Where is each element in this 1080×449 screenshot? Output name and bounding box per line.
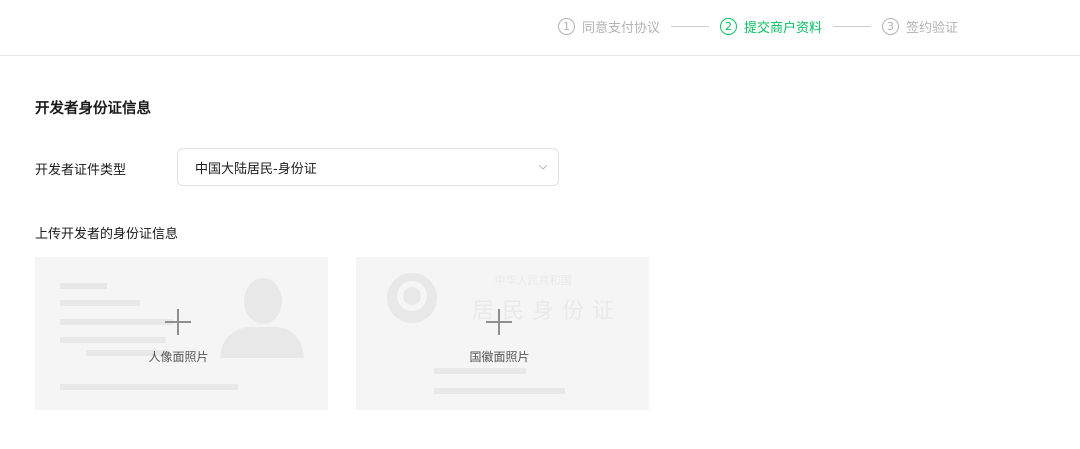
step-number: 3 bbox=[882, 17, 900, 35]
front-caption: 人像面照片 bbox=[148, 350, 209, 364]
id-type-select[interactable]: 中国大陆居民-身份证 bbox=[177, 148, 559, 186]
section-title: 开发者身份证信息 bbox=[35, 101, 151, 117]
step-label: 签约验证 bbox=[906, 20, 959, 36]
add-photo-icon bbox=[486, 309, 512, 335]
top-bar: 1 同意支付协议 2 提交商户资料 3 签约验证 bbox=[0, 0, 1080, 56]
step-connector bbox=[671, 25, 710, 27]
id-type-label: 开发者证件类型 bbox=[35, 163, 127, 178]
step-label: 同意支付协议 bbox=[582, 20, 661, 36]
step-sign-verify: 3 签约验证 bbox=[882, 17, 958, 36]
step-progress: 1 同意支付协议 2 提交商户资料 3 签约验证 bbox=[558, 15, 958, 37]
upload-label: 上传开发者的身份证信息 bbox=[35, 227, 179, 242]
step-submit-info: 2 提交商户资料 bbox=[720, 17, 822, 36]
step-number: 1 bbox=[558, 17, 575, 35]
chevron-down-icon bbox=[538, 165, 548, 170]
add-photo-icon bbox=[165, 309, 191, 335]
step-agree-payment: 1 同意支付协议 bbox=[558, 17, 660, 36]
upload-id-front[interactable]: 人像面照片 bbox=[35, 257, 328, 410]
upload-id-back[interactable]: 中华人民共和国 居民身份证 国徽面照片 bbox=[356, 257, 649, 410]
step-label: 提交商户资料 bbox=[744, 20, 823, 36]
back-caption: 国徽面照片 bbox=[469, 350, 530, 364]
step-connector bbox=[833, 25, 872, 27]
id-type-selected-value: 中国大陆居民-身份证 bbox=[195, 161, 317, 177]
step-number: 2 bbox=[720, 17, 738, 35]
emblem-watermark-line1: 中华人民共和国 bbox=[495, 273, 572, 287]
